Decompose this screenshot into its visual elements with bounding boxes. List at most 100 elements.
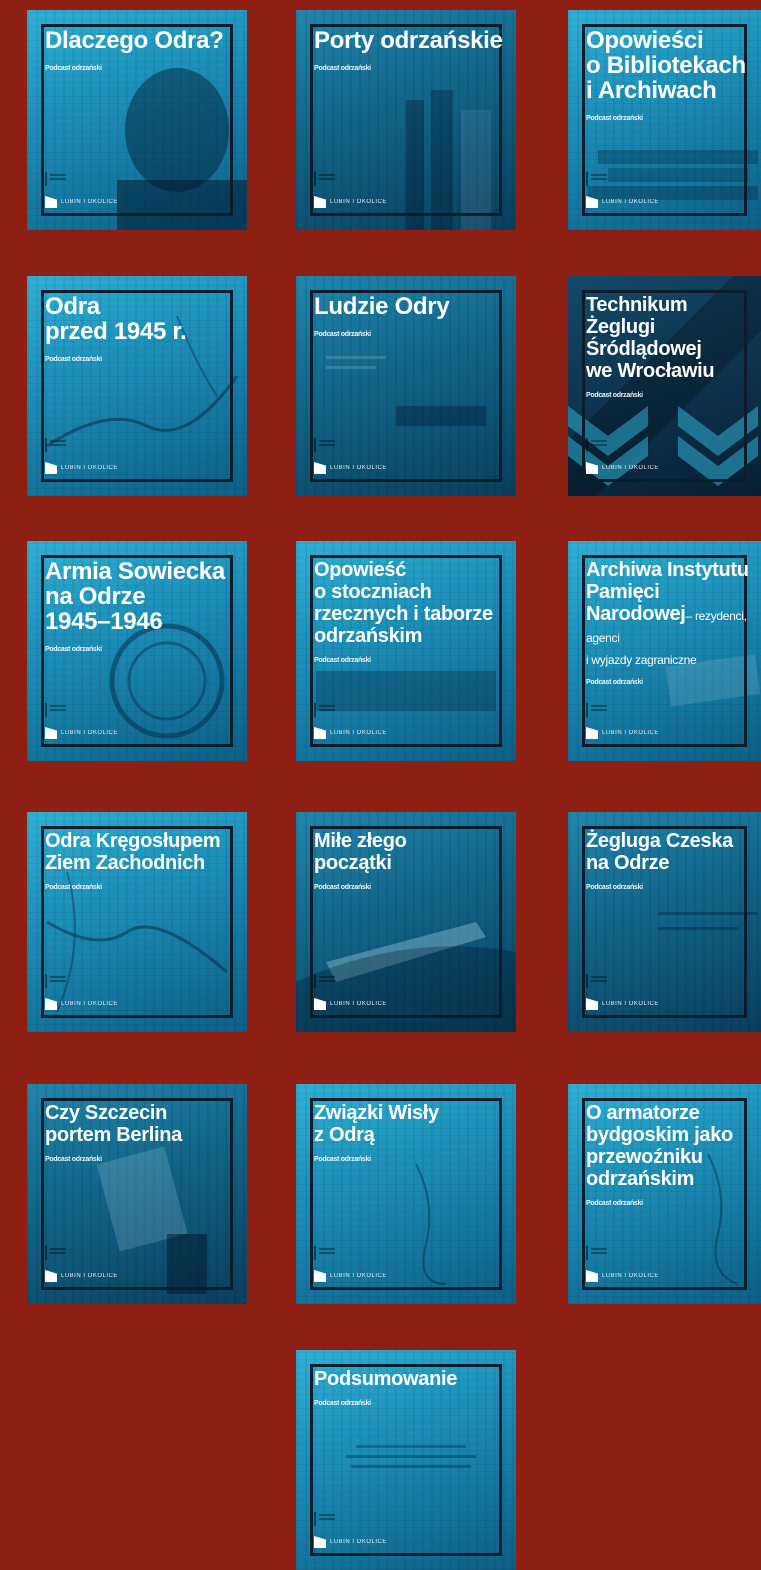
brand-logo: LUBIN I OKOLICE: [586, 196, 659, 208]
episode-tile-armia-sowiecka[interactable]: Armia Sowiecka na Odrze 1945–1946 Podcast…: [27, 541, 247, 761]
brand-mark-icon: [314, 727, 326, 739]
episode-title: Związki Wisły z Odrą: [314, 1102, 439, 1146]
partner-logos: [45, 172, 73, 186]
brand-mark-icon: [314, 1270, 326, 1282]
brand-mark-icon: [314, 998, 326, 1010]
partner-logos: [45, 438, 73, 452]
podcast-label: Podcast odrzański: [45, 65, 102, 72]
episode-tile-ludzie-odry[interactable]: Ludzie Odry Podcast odrzański LUBIN I OKO…: [296, 276, 516, 496]
episode-title: Odra Kręgosłupem Ziem Zachodnich: [45, 830, 221, 874]
podcast-label: Podcast odrzański: [45, 356, 102, 363]
brand-mark-icon: [45, 998, 57, 1010]
podcast-label: Podcast odrzański: [45, 884, 102, 891]
brand-mark-icon: [586, 196, 598, 208]
episode-title: Żegluga Czeska na Odrze: [586, 830, 733, 874]
brand-mark-icon: [45, 462, 57, 474]
episode-tile-dlaczego-odra[interactable]: Dlaczego Odra? Podcast odrzański LUBIN I …: [27, 10, 247, 230]
brand-name: LUBIN I OKOLICE: [330, 1273, 387, 1279]
episode-tile-zwiazki-wisly-z-odra[interactable]: Związki Wisły z Odrą Podcast odrzański LU…: [296, 1084, 516, 1304]
brand-name: LUBIN I OKOLICE: [602, 199, 659, 205]
episode-title: Podsumowanie: [314, 1368, 458, 1390]
brand-name: LUBIN I OKOLICE: [330, 199, 387, 205]
brand-mark-icon: [314, 196, 326, 208]
brand-mark-icon: [586, 1270, 598, 1282]
partner-logos: [586, 438, 614, 452]
partner-logos: [586, 703, 614, 717]
episode-title: Miłe złego początki: [314, 830, 407, 874]
brand-name: LUBIN I OKOLICE: [330, 1001, 387, 1007]
brand-name: LUBIN I OKOLICE: [61, 1001, 118, 1007]
partner-logos: [586, 974, 614, 988]
episode-tile-mile-zlego-poczatki[interactable]: Miłe złego początki Podcast odrzański LUB…: [296, 812, 516, 1032]
partner-logos: [45, 974, 73, 988]
podcast-label: Podcast odrzański: [586, 679, 643, 686]
partner-logos: [314, 172, 342, 186]
episode-title: Armia Sowiecka na Odrze 1945–1946: [45, 558, 225, 635]
brand-name: LUBIN I OKOLICE: [330, 465, 387, 471]
podcast-label: Podcast odrzański: [45, 646, 102, 653]
podcast-label: Podcast odrzański: [586, 884, 643, 891]
episode-title: Czy Szczecin portem Berlina: [45, 1102, 182, 1146]
episode-title: O armatorze bydgoskim jako przewoźniku o…: [586, 1102, 733, 1190]
partner-logos: [314, 703, 342, 717]
brand-logo: LUBIN I OKOLICE: [586, 998, 659, 1010]
episode-tile-odra-przed-1945[interactable]: Odra przed 1945 r. Podcast odrzański LUBI…: [27, 276, 247, 496]
podcast-episode-grid: Dlaczego Odra? Podcast odrzański LUBIN I …: [0, 0, 761, 1570]
brand-mark-icon: [586, 998, 598, 1010]
brand-logo: LUBIN I OKOLICE: [586, 727, 659, 739]
podcast-label: Podcast odrzański: [314, 65, 371, 72]
partner-logos: [314, 438, 342, 452]
brand-logo: LUBIN I OKOLICE: [314, 998, 387, 1010]
partner-logos: [45, 1246, 73, 1260]
brand-logo: LUBIN I OKOLICE: [586, 462, 659, 474]
episode-tile-technikum-zeglugi[interactable]: Technikum Żeglugi Śródlądowej we Wrocław…: [568, 276, 761, 496]
episode-title: Odra przed 1945 r.: [45, 293, 187, 345]
episode-tile-zegluga-czeska[interactable]: Żegluga Czeska na Odrze Podcast odrzański…: [568, 812, 761, 1032]
episode-title: Opowieść o stoczniach rzecznych i taborz…: [314, 559, 493, 647]
episode-title: Ludzie Odry: [314, 293, 450, 320]
brand-mark-icon: [45, 1270, 57, 1282]
brand-name: LUBIN I OKOLICE: [330, 730, 387, 736]
partner-logos: [45, 703, 73, 717]
brand-name: LUBIN I OKOLICE: [330, 1539, 387, 1545]
brand-logo: LUBIN I OKOLICE: [45, 998, 118, 1010]
brand-mark-icon: [314, 462, 326, 474]
episode-tile-opowiesci-o-bibliotekach[interactable]: Opowieści o Bibliotekach i Archiwach Podc…: [568, 10, 761, 230]
episode-title: Dlaczego Odra?: [45, 27, 224, 54]
brand-logo: LUBIN I OKOLICE: [45, 727, 118, 739]
brand-name: LUBIN I OKOLICE: [61, 199, 118, 205]
partner-logos: [314, 1246, 342, 1260]
brand-mark-icon: [45, 196, 57, 208]
podcast-label: Podcast odrzański: [45, 1156, 102, 1163]
podcast-label: Podcast odrzański: [314, 331, 371, 338]
brand-mark-icon: [314, 1536, 326, 1548]
podcast-label: Podcast odrzański: [586, 115, 643, 122]
podcast-label: Podcast odrzański: [314, 884, 371, 891]
brand-logo: LUBIN I OKOLICE: [45, 1270, 118, 1282]
episode-tile-czy-szczecin-portem-berlina[interactable]: Czy Szczecin portem Berlina Podcast odrza…: [27, 1084, 247, 1304]
brand-logo: LUBIN I OKOLICE: [314, 196, 387, 208]
episode-tile-odra-kregoslupem[interactable]: Odra Kręgosłupem Ziem Zachodnich Podcast …: [27, 812, 247, 1032]
episode-tile-o-armatorze-bydgoskim[interactable]: O armatorze bydgoskim jako przewoźniku o…: [568, 1084, 761, 1304]
brand-logo: LUBIN I OKOLICE: [314, 462, 387, 474]
partner-logos: [586, 172, 614, 186]
episode-tile-opowiesc-o-stoczniach[interactable]: Opowieść o stoczniach rzecznych i taborz…: [296, 541, 516, 761]
episode-tile-podsumowanie[interactable]: Podsumowanie Podcast odrzański LUBIN I OK…: [296, 1350, 516, 1570]
brand-name: LUBIN I OKOLICE: [602, 465, 659, 471]
episode-tile-porty-odrzanskie[interactable]: Porty odrzańskie Podcast odrzański LUBIN …: [296, 10, 516, 230]
brand-logo: LUBIN I OKOLICE: [314, 1536, 387, 1548]
episode-title: Porty odrzańskie: [314, 27, 503, 54]
podcast-label: Podcast odrzański: [586, 392, 643, 399]
brand-name: LUBIN I OKOLICE: [602, 730, 659, 736]
brand-logo: LUBIN I OKOLICE: [314, 1270, 387, 1282]
brand-logo: LUBIN I OKOLICE: [586, 1270, 659, 1282]
brand-name: LUBIN I OKOLICE: [61, 730, 118, 736]
brand-logo: LUBIN I OKOLICE: [45, 462, 118, 474]
episode-tile-archiwa-ipn[interactable]: Archiwa Instytutu Pamięci Narodowej– rez…: [568, 541, 761, 761]
partner-logos: [314, 1512, 342, 1526]
partner-logos: [586, 1246, 614, 1260]
episode-title: Technikum Żeglugi Śródlądowej we Wrocław…: [586, 294, 715, 382]
brand-logo: LUBIN I OKOLICE: [45, 196, 118, 208]
podcast-label: Podcast odrzański: [314, 657, 371, 664]
brand-mark-icon: [586, 727, 598, 739]
